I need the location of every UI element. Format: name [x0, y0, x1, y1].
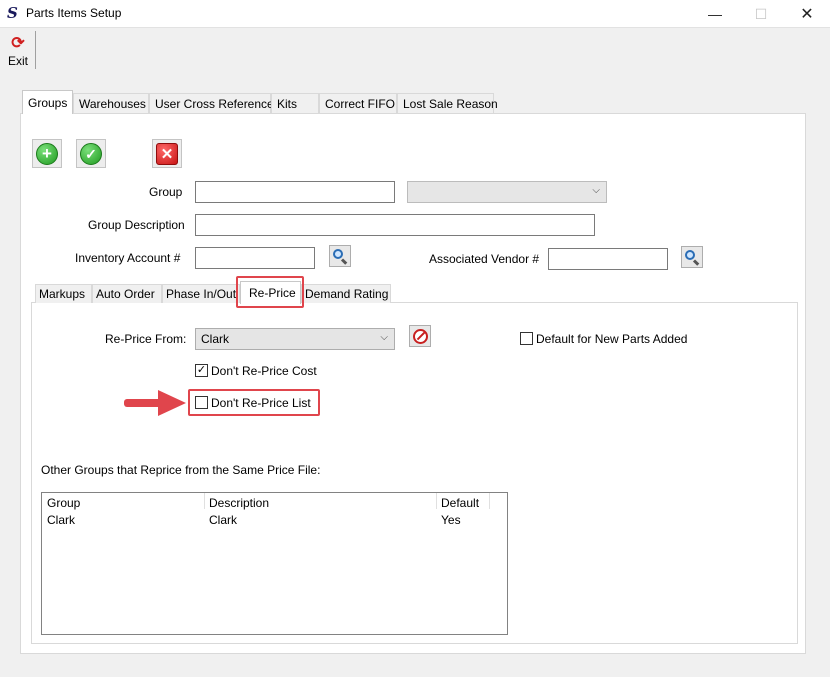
re-price-tab-highlight [236, 276, 304, 308]
associated-vendor-search-button[interactable] [681, 246, 703, 268]
column-divider [436, 493, 437, 509]
tab-phase-in-out[interactable]: Phase In/Out [162, 284, 240, 303]
exit-button[interactable]: ⟳ Exit [4, 36, 32, 70]
table-cell-default[interactable]: Yes [441, 513, 461, 527]
inventory-account-search-button[interactable] [329, 245, 351, 267]
group-combo[interactable]: ⌵ [407, 181, 607, 203]
table-cell-description[interactable]: Clark [209, 513, 237, 527]
reprice-from-value: Clark [201, 332, 230, 346]
group-input[interactable] [195, 181, 395, 203]
tab-lost-sale-reason[interactable]: Lost Sale Reason [397, 93, 498, 113]
delete-button[interactable]: ✕ [152, 139, 182, 168]
minimize-button[interactable]: — [692, 0, 738, 28]
exit-label: Exit [7, 54, 28, 68]
tab-user-cross-reference[interactable]: User Cross Reference [149, 93, 274, 113]
toolbar [0, 28, 830, 72]
tab-auto-order[interactable]: Auto Order [92, 284, 162, 303]
app-logo-icon: S [7, 4, 18, 22]
checkmark-icon: ✓ [80, 142, 102, 165]
associated-vendor-label: Associated Vendor # [429, 252, 540, 266]
associated-vendor-input[interactable] [548, 248, 668, 270]
tab-correct-fifo[interactable]: Correct FIFO [319, 93, 397, 113]
save-button[interactable]: ✓ [76, 139, 106, 168]
delete-icon: ✕ [156, 142, 178, 165]
dont-reprice-list-label: Don't Re-Price List [211, 396, 311, 410]
column-header-default[interactable]: Default [441, 496, 479, 510]
tab-demand-rating[interactable]: Demand Rating [301, 284, 391, 303]
check-icon: ✓ [196, 364, 207, 376]
add-button[interactable]: + [32, 139, 62, 168]
no-entry-icon [412, 328, 428, 344]
reprice-from-label: Re-Price From: [105, 332, 187, 346]
search-icon [684, 249, 700, 266]
inventory-account-label: Inventory Account # [75, 251, 181, 265]
window-title: Parts Items Setup [26, 6, 122, 20]
clear-reprice-button[interactable] [409, 325, 431, 347]
tab-markups[interactable]: Markups [35, 284, 92, 303]
pointer-arrow-icon [124, 390, 186, 416]
inventory-account-input[interactable] [195, 247, 315, 269]
tab-kits[interactable]: Kits [271, 93, 319, 113]
chevron-down-icon: ⌵ [380, 332, 388, 343]
column-divider [204, 493, 205, 509]
column-header-description[interactable]: Description [209, 496, 269, 510]
other-groups-table[interactable] [41, 492, 508, 635]
maximize-button[interactable]: ☐ [738, 0, 784, 28]
tab-groups[interactable]: Groups [22, 90, 73, 114]
dont-reprice-cost-checkbox[interactable]: ✓ [195, 364, 208, 377]
toolbar-separator [35, 31, 36, 69]
group-description-input[interactable] [195, 214, 595, 236]
dont-reprice-cost-label: Don't Re-Price Cost [211, 364, 317, 378]
default-new-parts-checkbox[interactable] [520, 332, 533, 345]
search-icon [332, 248, 348, 265]
column-header-group[interactable]: Group [47, 496, 80, 510]
dont-reprice-list-checkbox[interactable] [195, 396, 208, 409]
table-cell-group[interactable]: Clark [47, 513, 75, 527]
column-divider [489, 493, 490, 509]
group-label: Group [149, 185, 183, 199]
reprice-from-select[interactable]: Clark ⌵ [195, 328, 395, 350]
add-icon: + [36, 142, 58, 165]
other-groups-label: Other Groups that Reprice from the Same … [41, 463, 321, 477]
group-description-label: Group Description [88, 218, 185, 232]
chevron-down-icon: ⌵ [592, 185, 600, 196]
exit-icon: ⟳ [11, 35, 25, 52]
close-button[interactable]: ✕ [784, 0, 830, 28]
default-new-parts-label: Default for New Parts Added [536, 332, 688, 346]
tab-warehouses[interactable]: Warehouses [73, 93, 149, 113]
